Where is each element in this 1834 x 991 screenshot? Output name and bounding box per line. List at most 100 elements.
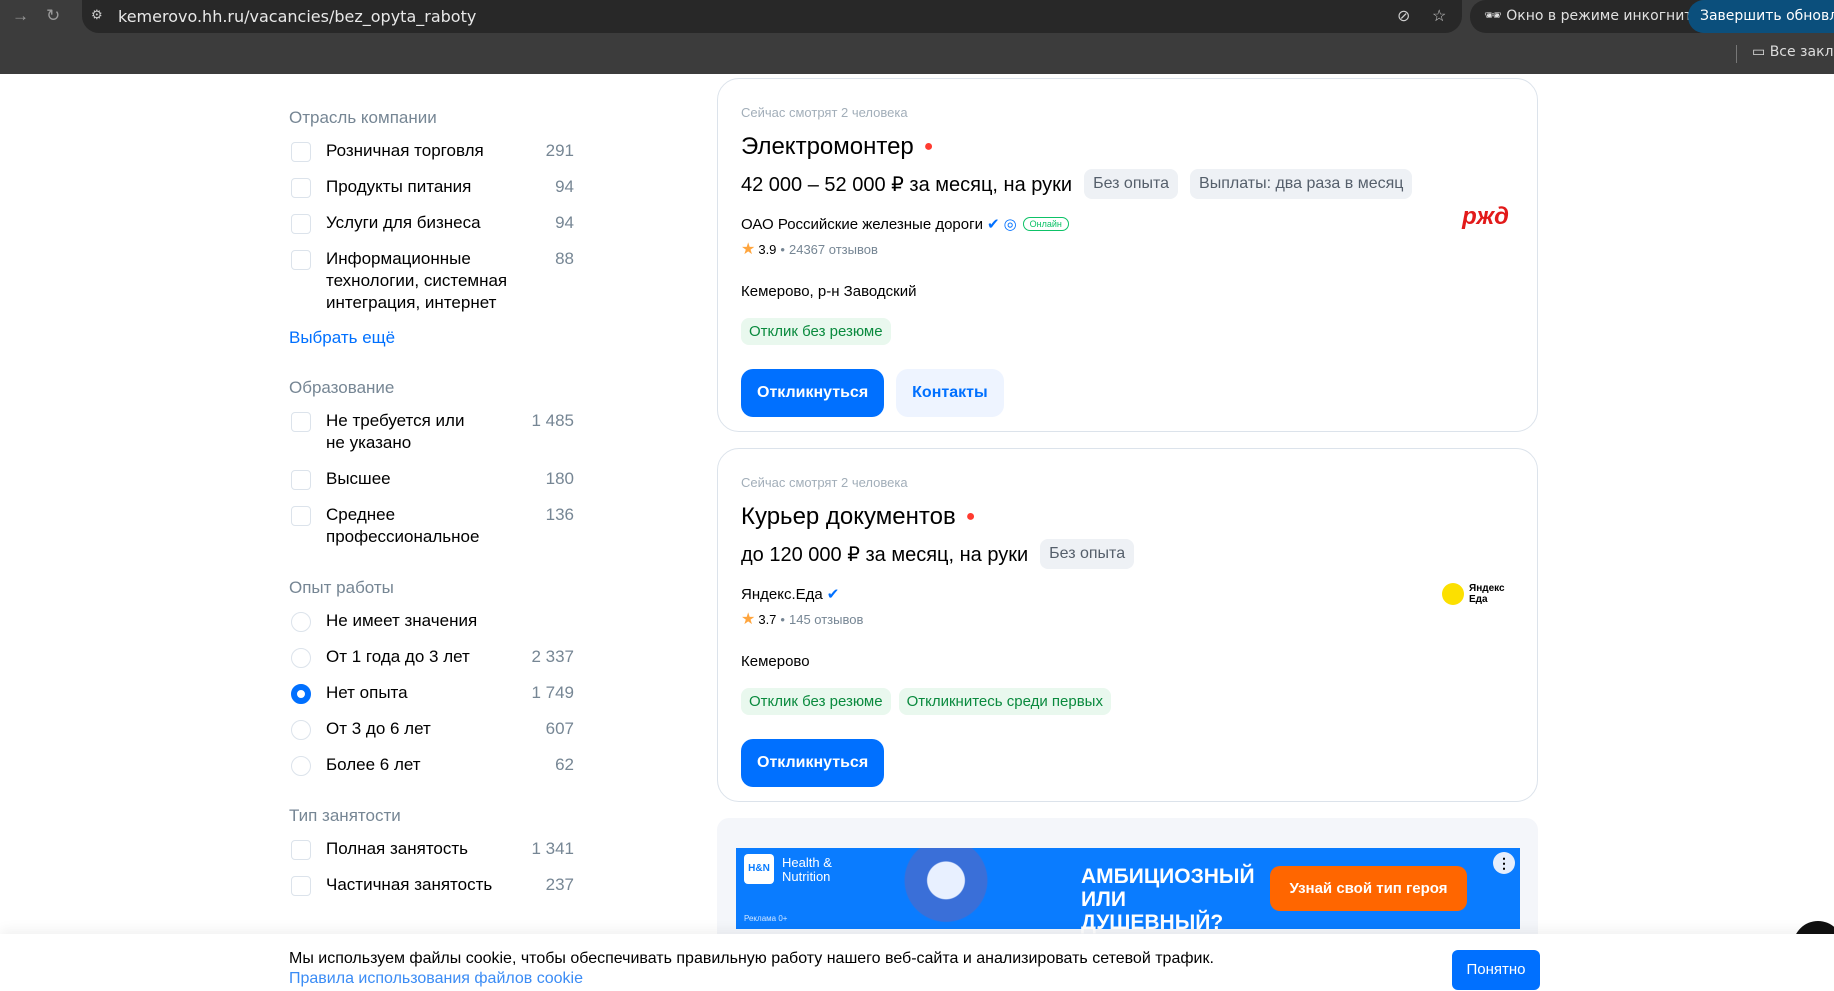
forward-icon[interactable]: → <box>12 6 29 26</box>
vacancy-title[interactable]: Электромонтер <box>741 133 914 161</box>
apply-button[interactable]: Откликнуться <box>741 369 885 417</box>
cookie-policy-link[interactable]: Правила использования файлов cookie <box>289 970 583 988</box>
option-label: Информационные технологии, системная инт… <box>326 249 508 312</box>
checkbox[interactable] <box>291 470 311 490</box>
star-icon: ★ <box>741 611 756 628</box>
site-settings-icon[interactable]: ⚙ <box>91 7 103 23</box>
radio[interactable] <box>291 756 311 776</box>
filter-option-selected[interactable]: Нет опыта 1 749 <box>289 682 579 704</box>
mascot-image <box>856 848 1006 929</box>
filter-option[interactable]: Частичная занятость 237 <box>289 874 579 896</box>
checkbox[interactable] <box>291 142 311 162</box>
filter-option[interactable]: От 3 до 6 лет 607 <box>289 718 579 740</box>
checkbox[interactable] <box>291 412 311 432</box>
vacancy-card[interactable]: Сейчас смотрят 2 человека Электромонтер ●… <box>717 78 1538 432</box>
option-count: 136 <box>545 505 574 524</box>
star-bookmark-icon[interactable]: ☆ <box>1432 6 1446 26</box>
checkbox[interactable] <box>291 178 311 198</box>
vacancy-title[interactable]: Курьер документов <box>741 503 956 531</box>
checkbox[interactable] <box>291 876 311 896</box>
all-bookmarks-button[interactable]: ▭ Все закладки <box>1752 44 1834 60</box>
payment-chip: Выплаты: два раза в месяц <box>1190 169 1413 199</box>
filter-option[interactable]: Информационные технологии, системная инт… <box>289 248 579 314</box>
ad-banner[interactable]: H&N Health & Nutrition Реклама 0+ АМБИЦИ… <box>736 848 1520 934</box>
finish-update-button[interactable]: Завершить обновление <box>1688 0 1834 33</box>
location: Кемерово <box>741 653 810 670</box>
filter-option[interactable]: Розничная торговля 291 <box>289 140 579 162</box>
ad-cta-button[interactable]: Узнай свой тип героя <box>1270 866 1467 911</box>
filter-option[interactable]: Высшее 180 <box>289 468 579 490</box>
checkbox[interactable] <box>291 214 311 234</box>
radio[interactable] <box>291 612 311 632</box>
hot-icon: ● <box>965 508 976 525</box>
folder-icon: ▭ <box>1752 44 1770 60</box>
filter-option[interactable]: От 1 года до 3 лет 2 337 <box>289 646 579 668</box>
company-logo-rzd[interactable]: ржд <box>1462 203 1509 231</box>
brand-logo: H&N <box>744 854 774 884</box>
vacancy-card[interactable]: Сейчас смотрят 2 человека Курьер докумен… <box>717 448 1538 802</box>
option-label: Более 6 лет <box>326 755 421 774</box>
experience-chip: Без опыта <box>1040 539 1135 569</box>
option-label: От 3 до 6 лет <box>326 719 431 738</box>
checkbox[interactable] <box>291 506 311 526</box>
ad-label: Реклама 0+ <box>744 914 788 923</box>
cookie-accept-button[interactable]: Понятно <box>1452 950 1540 990</box>
option-count: 1 485 <box>531 411 574 430</box>
filter-option[interactable]: Не имеет значения <box>289 610 579 632</box>
checkbox[interactable] <box>291 250 311 270</box>
cookie-banner: Мы используем файлы cookie, чтобы обеспе… <box>0 934 1834 991</box>
apply-button[interactable]: Откликнуться <box>741 739 885 787</box>
incognito-label: Окно в режиме инкогнито <box>1506 8 1702 24</box>
rating: 3.9 <box>758 241 777 257</box>
filter-option[interactable]: Не требуется или не указано 1 485 <box>289 410 579 454</box>
option-label: Высшее <box>326 469 391 488</box>
eye-off-icon[interactable]: ⊘ <box>1397 6 1410 26</box>
contacts-button[interactable]: Контакты <box>896 369 1004 417</box>
radio[interactable] <box>291 720 311 740</box>
watching-count: Сейчас смотрят 2 человека <box>741 105 908 120</box>
option-count: 94 <box>555 213 574 232</box>
option-label: Продукты питания <box>326 177 472 196</box>
radio-checked[interactable] <box>291 684 311 704</box>
filter-option[interactable]: Продукты питания 94 <box>289 176 579 198</box>
option-label: Не требуется или не указано <box>326 411 465 452</box>
more-options-icon[interactable]: ⋮ <box>1493 852 1515 874</box>
verified-icon: ✔ <box>826 586 840 603</box>
option-label: Нет опыта <box>326 683 408 702</box>
reviews-link[interactable]: 145 отзывов <box>789 612 863 627</box>
cookie-text: Мы используем файлы cookie, чтобы обеспе… <box>289 950 1214 967</box>
reload-icon[interactable]: ↻ <box>46 6 60 26</box>
company-name[interactable]: ОАО Российские железные дороги <box>741 216 983 233</box>
filter-option[interactable]: Полная занятость 1 341 <box>289 838 579 860</box>
browser-toolbar: → ↻ ⚙ kemerovo.hh.ru/vacancies/bez_opyta… <box>0 0 1834 33</box>
show-more-link[interactable]: Выбрать ещё <box>289 328 579 348</box>
filter-title-experience: Опыт работы <box>289 578 394 597</box>
filter-title-employment: Тип занятости <box>289 806 401 825</box>
watching-count: Сейчас смотрят 2 человека <box>741 475 908 490</box>
salary: 42 000 – 52 000 ₽ за месяц, на руки <box>741 173 1073 196</box>
option-label: Частичная занятость <box>326 875 493 894</box>
online-badge: Онлайн <box>1022 217 1069 231</box>
url-text[interactable]: kemerovo.hh.ru/vacancies/bez_opyta_rabot… <box>118 7 476 26</box>
filter-option[interactable]: Более 6 лет 62 <box>289 754 579 776</box>
option-count: 2 337 <box>531 647 574 666</box>
option-label: Полная занятость <box>326 839 469 858</box>
filter-option[interactable]: Услуги для бизнеса 94 <box>289 212 579 234</box>
reviews-link[interactable]: 24367 отзывов <box>789 242 878 257</box>
option-count: 1 341 <box>531 839 574 858</box>
incognito-icon: 🕶 <box>1484 8 1507 24</box>
option-count: 94 <box>555 177 574 196</box>
option-count: 88 <box>555 249 574 268</box>
filter-option[interactable]: Среднее профессиональное 136 <box>289 504 579 548</box>
incognito-indicator[interactable]: 🕶 Окно в режиме инкогнито <box>1470 0 1716 33</box>
bookmarks-divider <box>1736 45 1737 63</box>
radio[interactable] <box>291 648 311 668</box>
address-bar[interactable]: ⚙ kemerovo.hh.ru/vacancies/bez_opyta_rab… <box>82 0 1462 33</box>
company-name[interactable]: Яндекс.Еда <box>741 586 823 603</box>
verified-icon: ✔ <box>986 216 1000 233</box>
star-icon: ★ <box>741 241 756 258</box>
experience-chip: Без опыта <box>1084 169 1179 199</box>
checkbox[interactable] <box>291 840 311 860</box>
be-first-tag: Откликнитесь среди первых <box>898 688 1111 715</box>
company-logo-yandex-eda[interactable]: Яндекс Еда <box>1442 583 1509 605</box>
